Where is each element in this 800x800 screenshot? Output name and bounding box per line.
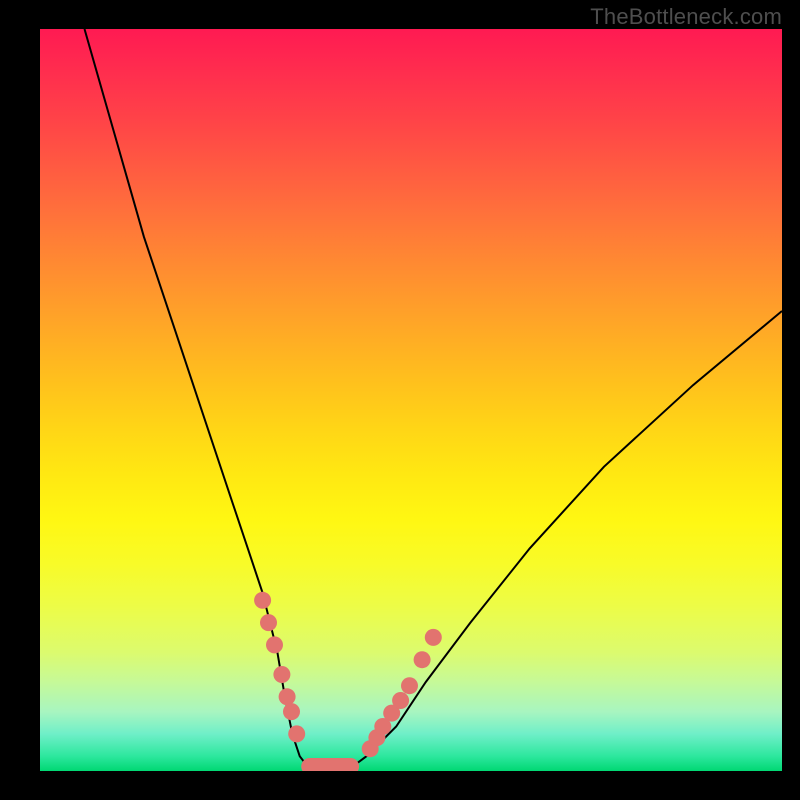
marker-dot xyxy=(273,666,290,683)
chart-overlay xyxy=(40,29,782,771)
marker-dot xyxy=(425,629,442,646)
marker-dot xyxy=(279,688,296,705)
marker-dot xyxy=(254,592,271,609)
marker-dot xyxy=(288,725,305,742)
chart-frame: TheBottleneck.com xyxy=(0,0,800,800)
plot-area xyxy=(40,29,782,771)
marker-dot xyxy=(260,614,277,631)
marker-dot xyxy=(401,677,418,694)
marker-dot xyxy=(414,651,431,668)
bottleneck-curve xyxy=(85,29,783,767)
marker-dot xyxy=(283,703,300,720)
bottom-pill xyxy=(301,758,359,771)
marker-dot xyxy=(392,692,409,709)
data-markers xyxy=(254,592,442,771)
attribution-text: TheBottleneck.com xyxy=(590,4,782,30)
marker-dot xyxy=(266,636,283,653)
